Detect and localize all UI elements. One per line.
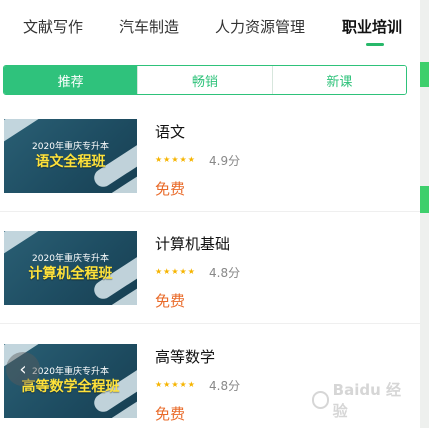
tab-zhiye-peixun[interactable]: 职业培训 bbox=[342, 16, 402, 37]
segment-bestselling[interactable]: 畅销 bbox=[137, 66, 272, 94]
course-thumbnail[interactable]: 2020年重庆专升本 语文全程班 bbox=[4, 119, 137, 193]
star-rating: ★ ★ ★ ★ ★ bbox=[155, 267, 195, 277]
chevron-left-icon[interactable]: ‹ bbox=[6, 352, 40, 386]
star-icon: ★ bbox=[155, 380, 163, 389]
star-icon: ★ bbox=[179, 155, 187, 164]
rating-score: 4.8分 bbox=[209, 266, 241, 280]
star-icon: ★ bbox=[155, 155, 163, 164]
sort-segmented-control: 推荐 畅销 新课 bbox=[3, 65, 407, 95]
thumbnail-title: 计算机全程班 bbox=[28, 266, 113, 282]
course-thumbnail[interactable]: 2020年重庆专升本 计算机全程班 bbox=[4, 231, 137, 305]
star-icon: ★ bbox=[171, 380, 179, 389]
row-divider bbox=[0, 211, 420, 212]
rating-score: 4.8分 bbox=[209, 379, 241, 393]
star-icon: ★ bbox=[179, 380, 187, 389]
course-title[interactable]: 语文 bbox=[155, 121, 185, 142]
thumbnail-title: 语文全程班 bbox=[35, 154, 106, 170]
star-rating: ★ ★ ★ ★ ★ bbox=[155, 155, 195, 165]
star-icon: ★ bbox=[155, 267, 163, 276]
right-edge-strip bbox=[420, 0, 429, 428]
star-icon: ★ bbox=[187, 380, 195, 389]
course-item[interactable]: 2020年重庆专升本 计算机全程班 计算机基础 ★ ★ ★ ★ ★ 4.8分 免费 bbox=[0, 220, 420, 330]
course-title[interactable]: 计算机基础 bbox=[155, 233, 230, 254]
star-icon: ★ bbox=[171, 267, 179, 276]
star-icon: ★ bbox=[163, 155, 171, 164]
star-icon: ★ bbox=[163, 267, 171, 276]
course-item[interactable]: 2020年重庆专升本 语文全程班 语文 ★ ★ ★ ★ ★ 4.9分 免费 bbox=[0, 108, 420, 218]
course-price: 免费 bbox=[155, 405, 186, 423]
baidu-paw-icon bbox=[312, 391, 329, 409]
star-icon: ★ bbox=[187, 155, 195, 164]
active-tab-indicator bbox=[366, 43, 384, 46]
segment-new-courses[interactable]: 新课 bbox=[271, 66, 406, 94]
segment-recommend[interactable]: 推荐 bbox=[4, 66, 138, 94]
tab-renli-ziyuan-guanli[interactable]: 人力资源管理 bbox=[215, 16, 305, 37]
right-edge-green-bar bbox=[420, 62, 429, 87]
baidu-watermark: Baidu 经验 bbox=[312, 381, 408, 420]
watermark-text: Baidu 经验 bbox=[332, 381, 401, 420]
star-icon: ★ bbox=[163, 380, 171, 389]
course-price: 免费 bbox=[155, 292, 186, 310]
tab-wenxian-xiezuo[interactable]: 文献写作 bbox=[23, 16, 83, 37]
course-title[interactable]: 高等数学 bbox=[155, 346, 215, 367]
right-edge-green-bar bbox=[420, 186, 429, 213]
star-icon: ★ bbox=[171, 155, 179, 164]
star-rating: ★ ★ ★ ★ ★ bbox=[155, 380, 195, 390]
star-icon: ★ bbox=[187, 267, 195, 276]
tab-qiche-zhizao[interactable]: 汽车制造 bbox=[119, 16, 179, 37]
rating-score: 4.9分 bbox=[209, 154, 241, 168]
star-icon: ★ bbox=[179, 267, 187, 276]
category-tab-bar: 文献写作 汽车制造 人力资源管理 职业培训 bbox=[0, 0, 420, 52]
row-divider bbox=[0, 323, 420, 324]
course-price: 免费 bbox=[155, 180, 186, 198]
